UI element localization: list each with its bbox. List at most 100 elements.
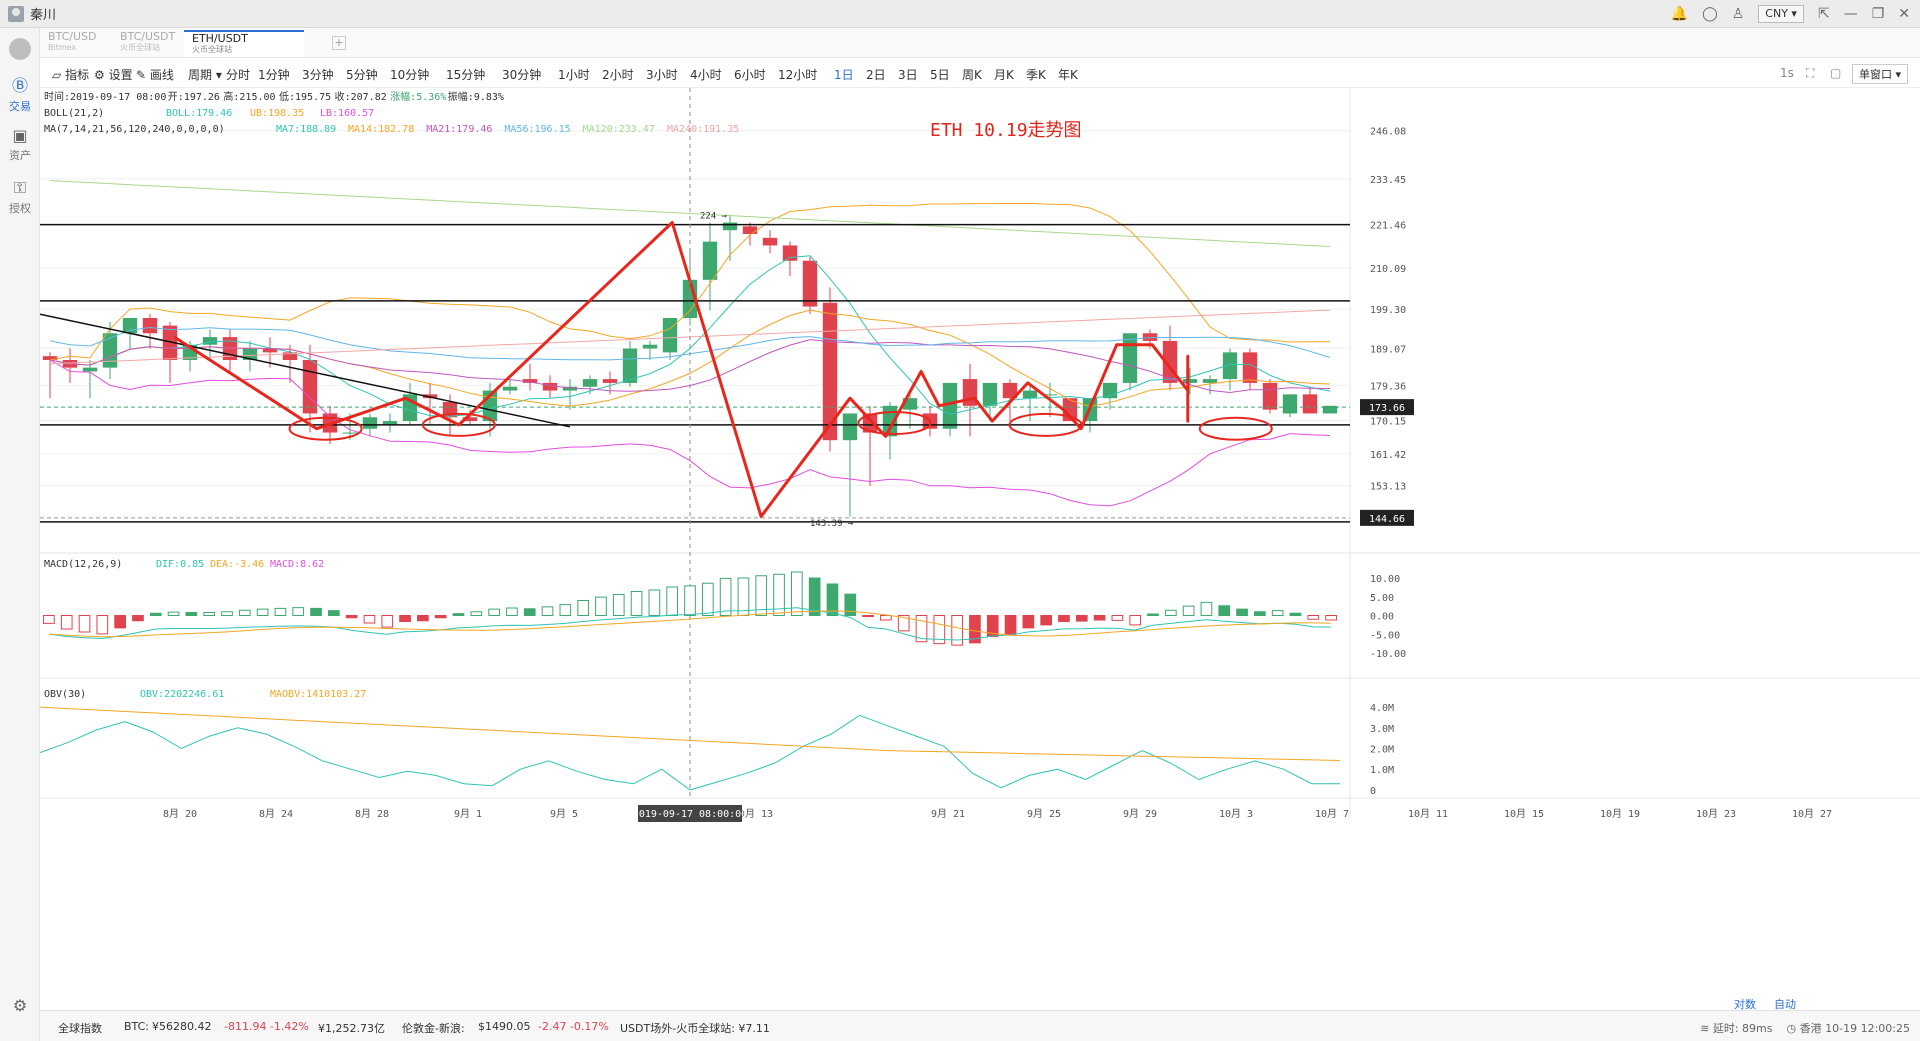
draw-button[interactable]: ✎ 画线	[136, 66, 174, 83]
period-2[interactable]: 3分钟	[302, 66, 334, 83]
kline-chart[interactable]: 246.08 233.45 221.46 210.09 199.30 189.07 179.…	[39, 88, 1920, 1010]
macd-bar	[78, 615, 91, 633]
interval-label[interactable]: 1s	[1780, 66, 1794, 80]
period-5[interactable]: 15分钟	[446, 66, 485, 83]
close-icon[interactable]: ✕	[1898, 6, 1910, 22]
candle-body	[302, 360, 318, 414]
macd-bar	[1182, 605, 1195, 616]
settings-button[interactable]: ⚙ 设置	[94, 66, 133, 83]
auto-scale-button[interactable]: 自动	[1774, 996, 1796, 1012]
chart-area[interactable]: 246.08 233.45 221.46 210.09 199.30 189.07 179.…	[39, 88, 1920, 1010]
bell-icon[interactable]: 🔔	[1671, 6, 1688, 22]
macd-bar	[1022, 615, 1035, 629]
period-9[interactable]: 3小时	[646, 66, 678, 83]
period-7[interactable]: 1小时	[558, 66, 590, 83]
fullscreen-icon[interactable]: ⛶	[1806, 66, 1814, 81]
period-10[interactable]: 4小时	[690, 66, 722, 83]
macd-bar	[221, 611, 233, 616]
tab-label: ETH/USDT	[192, 32, 248, 45]
obv-tick: 1.0M	[1370, 765, 1394, 776]
macd-bar	[1218, 605, 1231, 616]
candle-body	[842, 413, 858, 441]
usdt-otc: USDT场外-火币全球站: ¥7.11	[620, 1022, 770, 1035]
date-label: 10月 23	[1696, 808, 1736, 820]
window-label: 单窗口	[1858, 68, 1892, 81]
macd-bar	[43, 615, 55, 624]
period-15[interactable]: 3日	[898, 66, 918, 83]
sidebar-item-assets[interactable]: ▣ 资产	[0, 126, 40, 163]
date-label: 9月 21	[931, 808, 965, 820]
period-3[interactable]: 5分钟	[346, 66, 378, 83]
add-tab-button[interactable]: +	[332, 36, 346, 50]
period-14[interactable]: 2日	[866, 66, 886, 83]
macd-bar	[612, 594, 625, 616]
info-text: 开:197.26	[168, 92, 220, 103]
period-18[interactable]: 月K	[994, 66, 1014, 83]
minimize-icon[interactable]: —	[1844, 6, 1858, 22]
period-12[interactable]: 12小时	[778, 66, 817, 83]
period-8[interactable]: 2小时	[602, 66, 634, 83]
settings-gear[interactable]: ⚙	[0, 996, 40, 1017]
clock-icon: ◷	[1786, 1022, 1797, 1035]
shirt-icon[interactable]: ♙	[1732, 6, 1745, 22]
global-index[interactable]: 全球指数	[58, 1020, 102, 1036]
sidebar-item-trade[interactable]: Ⓑ 交易	[0, 72, 40, 114]
candle-body	[1262, 382, 1278, 410]
period-0[interactable]: 分时	[226, 66, 250, 83]
auth-icon: ⚿	[13, 178, 27, 197]
currency-select[interactable]: CNY ▾	[1758, 5, 1804, 23]
latency: 延时: 89ms	[1712, 1022, 1773, 1035]
btc-cap: ¥1,252.73亿	[318, 1022, 385, 1035]
indicator-button[interactable]: ▱ 指标	[52, 66, 89, 83]
macd-bar	[862, 615, 874, 617]
btc-change: -811.94 -1.42%	[224, 1020, 309, 1033]
period-20[interactable]: 年K	[1058, 66, 1078, 83]
macd-bar	[167, 611, 180, 616]
crosshair-date: 2019-09-17 08:00:00	[633, 809, 747, 820]
period-19[interactable]: 季K	[1026, 66, 1046, 83]
macd-bar	[1200, 601, 1213, 616]
tab-eth-usdt[interactable]: ETH/USDT 火币全球站	[184, 30, 304, 57]
boll-value: BOLL:179.46	[166, 108, 232, 119]
price-tick: 199.30	[1370, 305, 1406, 316]
period-6[interactable]: 30分钟	[502, 66, 541, 83]
macd-bar	[1254, 611, 1266, 616]
gold-value: $1490.05	[478, 1020, 531, 1033]
period-11[interactable]: 6小时	[734, 66, 766, 83]
macd-bar	[880, 615, 892, 621]
candle-body	[702, 241, 718, 280]
price-tick: 246.08	[1370, 127, 1406, 138]
obv-tick: 0	[1370, 786, 1376, 797]
period-4[interactable]: 10分钟	[390, 66, 429, 83]
period-17[interactable]: 周K	[962, 66, 982, 83]
info-text: 时间:2019-09-17 08:00	[44, 90, 166, 103]
title-bar: 秦川 🔔 ◯ ♙ CNY ▾ ⇱ — ❐ ✕	[0, 0, 1920, 28]
restore-icon[interactable]: ❐	[1872, 6, 1885, 22]
price-tick: 153.13	[1370, 482, 1406, 493]
date-label: 8月 28	[355, 808, 389, 820]
layout-icon[interactable]: ▢	[1830, 66, 1841, 80]
period-1[interactable]: 1分钟	[258, 66, 290, 83]
window-select[interactable]: 单窗口 ▾	[1851, 64, 1908, 84]
period-16[interactable]: 5日	[930, 66, 950, 83]
period-dropdown[interactable]: 周期 ▾	[188, 66, 222, 83]
macd-dif: DIF:0.85	[156, 559, 204, 570]
log-scale-button[interactable]: 对数	[1734, 996, 1756, 1012]
status-bar: 全球指数 BTC: ¥56280.42 -811.94 -1.42% ¥1,25…	[40, 998, 1920, 1041]
period-13[interactable]: 1日	[834, 66, 854, 83]
indicator-icon: ▱	[52, 68, 62, 82]
expand-icon[interactable]: ⇱	[1818, 6, 1830, 22]
chart-annotation: ETH 10.19走势图	[930, 120, 1082, 141]
macd-tick: -10.00	[1370, 649, 1406, 660]
date-label: 10月 7	[1315, 808, 1349, 820]
sidebar-label-auth: 授权	[9, 202, 31, 215]
sidebar-item-auth[interactable]: ⚿ 授权	[0, 178, 40, 216]
date-label: 9月 25	[1027, 808, 1061, 820]
macd-bar	[577, 600, 589, 616]
search-icon[interactable]: ◯	[1702, 6, 1718, 22]
macd-bar	[114, 615, 126, 629]
macd-bar	[417, 615, 429, 622]
macd-bar	[1129, 615, 1142, 626]
user-menu[interactable]: 秦川	[0, 4, 56, 23]
current-price-tag: 173.66	[1369, 403, 1405, 414]
